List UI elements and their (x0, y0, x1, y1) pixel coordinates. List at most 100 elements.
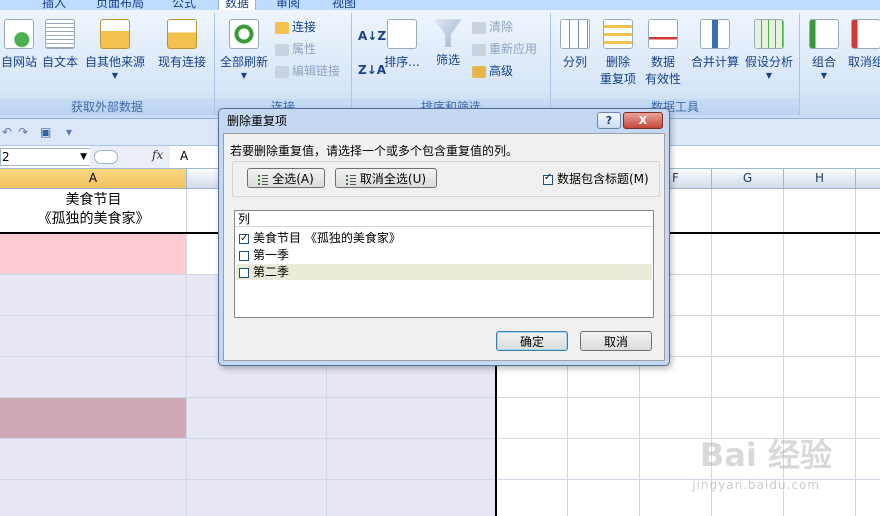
data-has-headers-checkbox[interactable]: 数据包含标题(M) (543, 170, 649, 187)
unselect-all-label: 取消全选(U) (359, 172, 427, 186)
text-to-columns-label: 分列 (562, 55, 587, 69)
checkbox-unchecked-icon[interactable] (239, 250, 249, 261)
select-all-button[interactable]: 全选(A) (247, 168, 325, 188)
data-has-headers-label: 数据包含标题(M) (557, 172, 649, 186)
tab-page-layout[interactable]: 页面布局 (96, 0, 144, 10)
tab-view[interactable]: 视图 (332, 0, 356, 10)
clear-filter-button[interactable]: 清除 (472, 18, 513, 36)
checkbox-checked-icon[interactable] (239, 231, 249, 247)
link-icon (275, 65, 289, 78)
group-sort-filter: A↓Z Z↓A 排序... 筛选 清除 重新应用 高级 排序和筛选 (352, 13, 551, 115)
web-globe-icon (4, 19, 34, 49)
cell-a1-line1: 美食节目 (65, 192, 122, 208)
edit-links-label: 编辑链接 (292, 64, 341, 78)
tab-formulas[interactable]: 公式 (172, 0, 196, 10)
from-other-sources-label: 自其他来源 (84, 55, 145, 69)
filter-button[interactable]: 筛选 (428, 19, 468, 68)
name-box[interactable]: 2 ▼ (0, 148, 91, 166)
funnel-icon (434, 19, 462, 47)
from-other-sources-button[interactable]: 自其他来源 ▼ (82, 19, 148, 80)
watermark-url: jingyan.baidu.com (692, 478, 820, 492)
from-web-button[interactable]: 自网站 (0, 19, 38, 70)
group-icon (809, 19, 839, 49)
undo-icon[interactable]: ↶ (2, 125, 12, 139)
from-text-label: 自文本 (41, 55, 78, 69)
remove-duplicates-label-1: 删除 (605, 55, 630, 69)
help-icon[interactable]: ? (597, 112, 621, 129)
group-button[interactable]: 组合 ▼ (806, 19, 842, 80)
edit-links-button[interactable]: 编辑链接 (275, 62, 340, 80)
connections-button[interactable]: 连接 (275, 18, 316, 36)
data-validation-button[interactable]: 数据 有效性 (641, 19, 685, 87)
properties-button[interactable]: 属性 (275, 40, 316, 58)
unselect-all-button[interactable]: 取消全选(U) (335, 168, 437, 188)
remove-duplicates-dialog: 删除重复项 ? X 若要删除重复值，请选择一个或多个包含重复值的列。 全选(A)… (218, 108, 670, 366)
tab-data[interactable]: 数据 (218, 0, 257, 10)
properties-icon (275, 43, 289, 56)
column-header-h[interactable]: H (784, 169, 856, 188)
dialog-title: 删除重复项 (227, 114, 288, 128)
column-header-g[interactable]: G (712, 169, 784, 188)
what-if-analysis-button[interactable]: 假设分析 ▼ (743, 19, 795, 80)
ungroup-button[interactable]: 取消组 (846, 19, 880, 70)
what-if-label: 假设分析 (744, 55, 793, 69)
sort-button[interactable]: 排序... (382, 19, 422, 70)
reapply-button[interactable]: 重新应用 (472, 40, 537, 58)
from-text-button[interactable]: 自文本 (40, 19, 80, 70)
column-header-a[interactable]: A (0, 169, 187, 188)
ungroup-icon (851, 19, 880, 49)
tab-review[interactable]: 审阅 (276, 0, 300, 10)
existing-connections-button[interactable]: 现有连接 (154, 19, 210, 70)
ribbon: 自网站 自文本 自其他来源 ▼ 现有连接 获取外部数据 全部刷新 ▼ 连接 属性 (0, 10, 880, 119)
watermark-logo: Bai 经验 (699, 436, 832, 474)
advanced-filter-icon (472, 65, 486, 78)
list-item-column-1[interactable]: 美食节目 《孤独的美食家》 (236, 230, 652, 247)
group-label: 组合 (811, 55, 836, 69)
checkbox-checked-icon[interactable] (543, 172, 553, 185)
grid-line (855, 189, 856, 516)
redo-icon[interactable]: ↷ (18, 125, 28, 139)
text-to-columns-button[interactable]: 分列 (557, 19, 593, 70)
existing-connections-label: 现有连接 (157, 55, 206, 69)
remove-duplicates-label-2: 重复项 (599, 72, 636, 86)
properties-label: 属性 (292, 42, 317, 56)
group-data-tools: 分列 删除 重复项 数据 有效性 合并计算 假设分析 ▼ 数据工具 (551, 13, 800, 115)
grid-line (186, 189, 187, 516)
group-connections: 全部刷新 ▼ 连接 属性 编辑链接 连接 (215, 13, 352, 115)
chevron-down-icon[interactable]: ▼ (80, 149, 87, 165)
dialog-instruction: 若要删除重复值，请选择一个或多个包含重复值的列。 (230, 144, 519, 158)
cancel-button[interactable]: 取消 (580, 331, 652, 351)
select-all-icon (258, 174, 269, 186)
ok-button[interactable]: 确定 (496, 331, 568, 351)
chevron-down-icon: ▼ (240, 71, 248, 80)
ribbon-tab-strip: 插入 页面布局 公式 数据 审阅 视图 (0, 0, 880, 10)
reapply-icon (472, 43, 486, 56)
advanced-filter-button[interactable]: 高级 (472, 62, 513, 80)
checkbox-unchecked-icon[interactable] (239, 267, 249, 278)
unselect-all-icon (345, 174, 356, 186)
list-item-column-3[interactable]: 第二季 (236, 264, 652, 280)
cell-a1-line2: 《孤独的美食家》 (37, 211, 150, 227)
customize-toolbar-icon[interactable]: ▾ (66, 125, 72, 139)
data-validation-label-2: 有效性 (644, 72, 681, 86)
formula-cancel-icon[interactable] (94, 150, 118, 164)
consolidate-icon (700, 19, 730, 49)
filter-label: 筛选 (435, 53, 460, 67)
sort-label: 排序... (384, 55, 420, 69)
group-get-external-data: 自网站 自文本 自其他来源 ▼ 现有连接 获取外部数据 (0, 13, 215, 115)
selection-button-panel: 全选(A) 取消全选(U) 数据包含标题(M) (232, 161, 660, 197)
dialog-body: 若要删除重复值，请选择一个或多个包含重复值的列。 全选(A) 取消全选(U) 数… (223, 133, 665, 361)
formula-input[interactable]: A (180, 149, 188, 163)
list-item-column-2[interactable]: 第一季 (236, 247, 652, 263)
refresh-all-button[interactable]: 全部刷新 ▼ (217, 19, 271, 80)
close-icon[interactable]: X (623, 112, 663, 129)
tab-insert[interactable]: 插入 (42, 0, 66, 10)
columns-list[interactable]: 列 美食节目 《孤独的美食家》 第一季 第二季 (234, 210, 654, 318)
reapply-label: 重新应用 (489, 42, 538, 56)
consolidate-button[interactable]: 合并计算 (689, 19, 741, 70)
insert-function-icon[interactable]: fx (152, 148, 163, 162)
cell-fill-pink (0, 233, 187, 274)
connections-icon (275, 21, 289, 34)
remove-duplicates-button[interactable]: 删除 重复项 (597, 19, 639, 87)
print-preview-icon[interactable]: ▣ (40, 125, 51, 139)
